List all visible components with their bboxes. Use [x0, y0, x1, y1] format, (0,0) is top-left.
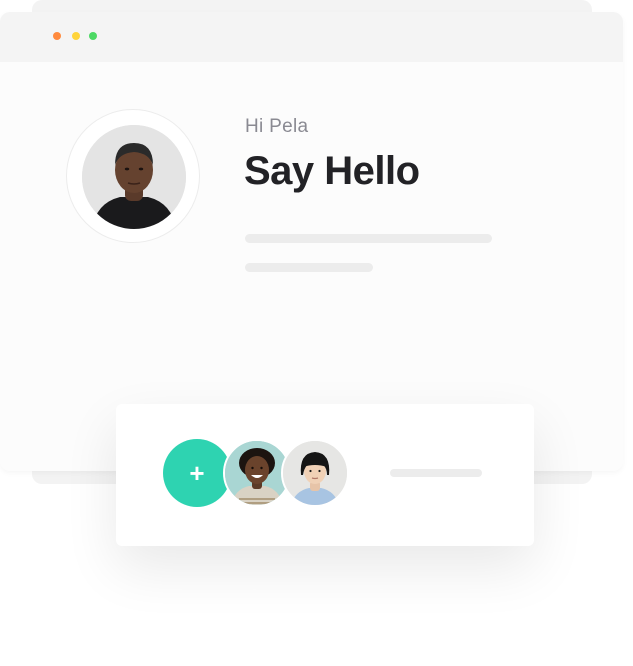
member-avatar[interactable]	[281, 439, 349, 507]
app-mockup: Hi Pela Say Hello +	[0, 0, 633, 666]
browser-window: Hi Pela Say Hello	[0, 12, 623, 471]
group-members-card: +	[116, 404, 534, 546]
person-bob-haircut-portrait-icon	[283, 441, 347, 505]
close-window-button[interactable]	[53, 32, 61, 40]
add-member-button[interactable]: +	[163, 439, 231, 507]
profile-avatar-ring	[66, 109, 200, 243]
text-placeholder-line-short	[245, 263, 373, 272]
plus-icon: +	[189, 458, 205, 488]
greeting-text: Hi Pela	[245, 116, 309, 137]
woman-portrait-icon	[82, 125, 186, 229]
minimize-window-button[interactable]	[72, 32, 80, 40]
profile-avatar[interactable]	[82, 125, 186, 229]
window-titlebar	[0, 12, 623, 62]
card-text-placeholder-line	[390, 469, 482, 477]
text-placeholder-line	[245, 234, 492, 243]
maximize-window-button[interactable]	[89, 32, 97, 40]
woman-curly-hair-portrait-icon	[225, 441, 289, 505]
say-hello-heading: Say Hello	[244, 149, 420, 193]
